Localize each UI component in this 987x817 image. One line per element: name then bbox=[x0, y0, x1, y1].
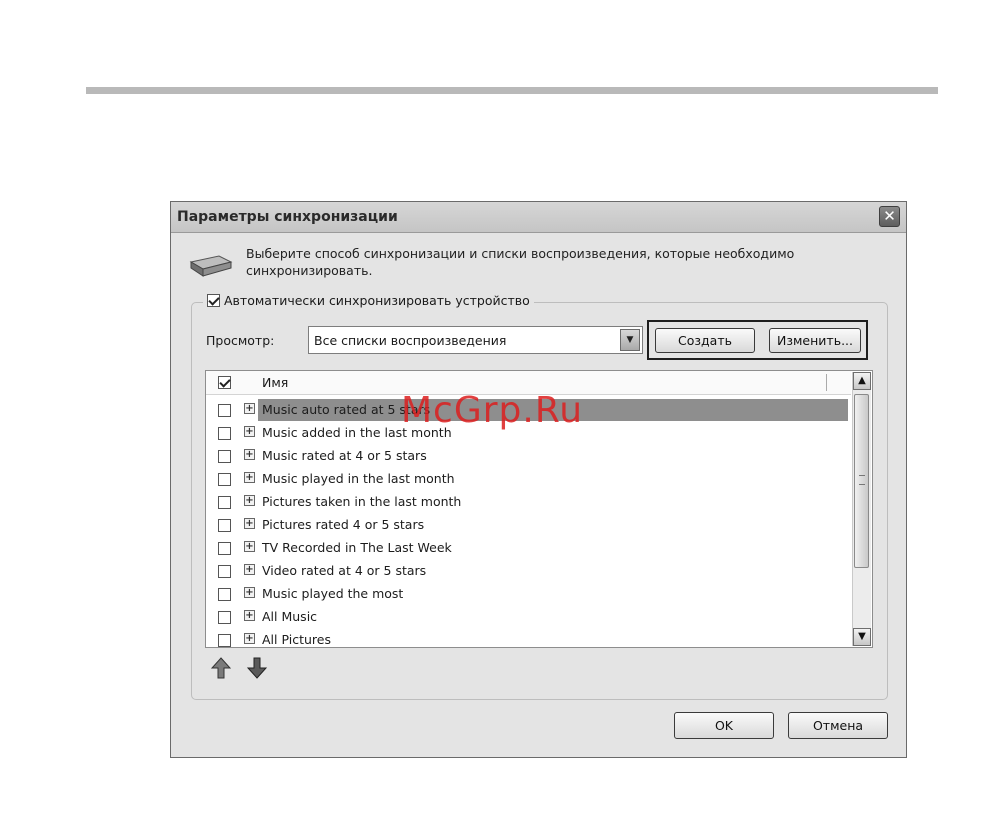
chevron-down-icon[interactable]: ▼ bbox=[620, 329, 640, 351]
expand-icon[interactable]: + bbox=[244, 403, 255, 414]
expand-icon[interactable]: + bbox=[244, 564, 255, 575]
view-label: Просмотр: bbox=[206, 333, 275, 348]
list-item-checkbox[interactable] bbox=[218, 427, 231, 440]
list-item-label: Pictures rated 4 or 5 stars bbox=[262, 517, 425, 532]
list-item-checkbox[interactable] bbox=[218, 519, 231, 532]
scroll-up-icon[interactable]: ▲ bbox=[853, 372, 871, 390]
intro-text: Выберите способ синхронизации и списки в… bbox=[246, 246, 795, 278]
list-item[interactable]: + Music played in the last month bbox=[206, 468, 851, 491]
expand-icon[interactable]: + bbox=[244, 472, 255, 483]
list-item-checkbox[interactable] bbox=[218, 611, 231, 624]
expand-icon[interactable]: + bbox=[244, 449, 255, 460]
list-item-label: TV Recorded in The Last Week bbox=[262, 540, 452, 555]
list-item-label: All Pictures bbox=[262, 632, 331, 647]
expand-icon[interactable]: + bbox=[244, 610, 255, 621]
watermark: McGrp.Ru bbox=[401, 390, 584, 431]
expand-icon[interactable]: + bbox=[244, 541, 255, 552]
close-icon: ✕ bbox=[883, 207, 896, 225]
list-item-checkbox[interactable] bbox=[218, 565, 231, 578]
cancel-button[interactable]: Отмена bbox=[788, 712, 888, 739]
grip-icon bbox=[859, 475, 865, 485]
list-item[interactable]: + All Pictures bbox=[206, 629, 851, 647]
auto-sync-checkbox[interactable]: Автоматически синхронизировать устройств… bbox=[203, 293, 534, 308]
list-item[interactable]: + Pictures taken in the last month bbox=[206, 491, 851, 514]
column-separator bbox=[826, 374, 827, 391]
close-button[interactable]: ✕ bbox=[879, 206, 900, 227]
portable-device-icon bbox=[189, 255, 233, 277]
scroll-down-icon[interactable]: ▼ bbox=[853, 628, 871, 646]
list-item-label: Music rated at 4 or 5 stars bbox=[262, 448, 427, 463]
auto-sync-check-icon[interactable] bbox=[207, 294, 220, 307]
list-item[interactable]: + Music played the most bbox=[206, 583, 851, 606]
list-item-label: Pictures taken in the last month bbox=[262, 494, 462, 509]
list-item-checkbox[interactable] bbox=[218, 496, 231, 509]
create-button[interactable]: Создать bbox=[655, 328, 755, 353]
sync-settings-dialog: Параметры синхронизации ✕ Выберите спосо… bbox=[170, 201, 907, 758]
vertical-scrollbar[interactable]: ▲ ▼ bbox=[852, 372, 871, 646]
list-item[interactable]: + Music rated at 4 or 5 stars bbox=[206, 445, 851, 468]
dialog-title: Параметры синхронизации bbox=[177, 209, 398, 225]
ok-button[interactable]: OK bbox=[674, 712, 774, 739]
title-bar: Параметры синхронизации ✕ bbox=[171, 202, 906, 233]
list-item-checkbox[interactable] bbox=[218, 542, 231, 555]
list-item-label: All Music bbox=[262, 609, 318, 624]
list-item[interactable]: + TV Recorded in The Last Week bbox=[206, 537, 851, 560]
list-item-checkbox[interactable] bbox=[218, 473, 231, 486]
page-divider bbox=[86, 87, 938, 94]
list-item-label: Video rated at 4 or 5 stars bbox=[262, 563, 427, 578]
column-header-name[interactable]: Имя bbox=[262, 375, 288, 390]
list-item[interactable]: + All Music bbox=[206, 606, 851, 629]
change-button[interactable]: Изменить... bbox=[769, 328, 861, 353]
expand-icon[interactable]: + bbox=[244, 495, 255, 506]
list-item[interactable]: + Pictures rated 4 or 5 stars bbox=[206, 514, 851, 537]
expand-icon[interactable]: + bbox=[244, 518, 255, 529]
expand-icon[interactable]: + bbox=[244, 633, 255, 644]
view-dropdown[interactable]: Все списки воспроизведения ▼ bbox=[308, 326, 643, 354]
move-down-arrow-icon[interactable] bbox=[247, 657, 267, 679]
scroll-thumb[interactable] bbox=[854, 394, 869, 568]
auto-sync-label: Автоматически синхронизировать устройств… bbox=[224, 293, 530, 308]
select-all-checkbox[interactable] bbox=[218, 376, 231, 389]
list-item-checkbox[interactable] bbox=[218, 450, 231, 463]
expand-icon[interactable]: + bbox=[244, 426, 255, 437]
list-item-label: Music played the most bbox=[262, 586, 404, 601]
expand-icon[interactable]: + bbox=[244, 587, 255, 598]
move-up-arrow-icon[interactable] bbox=[211, 657, 231, 679]
view-dropdown-value: Все списки воспроизведения bbox=[314, 333, 507, 348]
list-item[interactable]: + Video rated at 4 or 5 stars bbox=[206, 560, 851, 583]
list-item-checkbox[interactable] bbox=[218, 404, 231, 417]
list-item-label: Music played in the last month bbox=[262, 471, 455, 486]
playlist-rows: + Music auto rated at 5 stars + Music added… bbox=[206, 399, 851, 647]
list-item-checkbox[interactable] bbox=[218, 588, 231, 601]
list-item-checkbox[interactable] bbox=[218, 634, 231, 647]
